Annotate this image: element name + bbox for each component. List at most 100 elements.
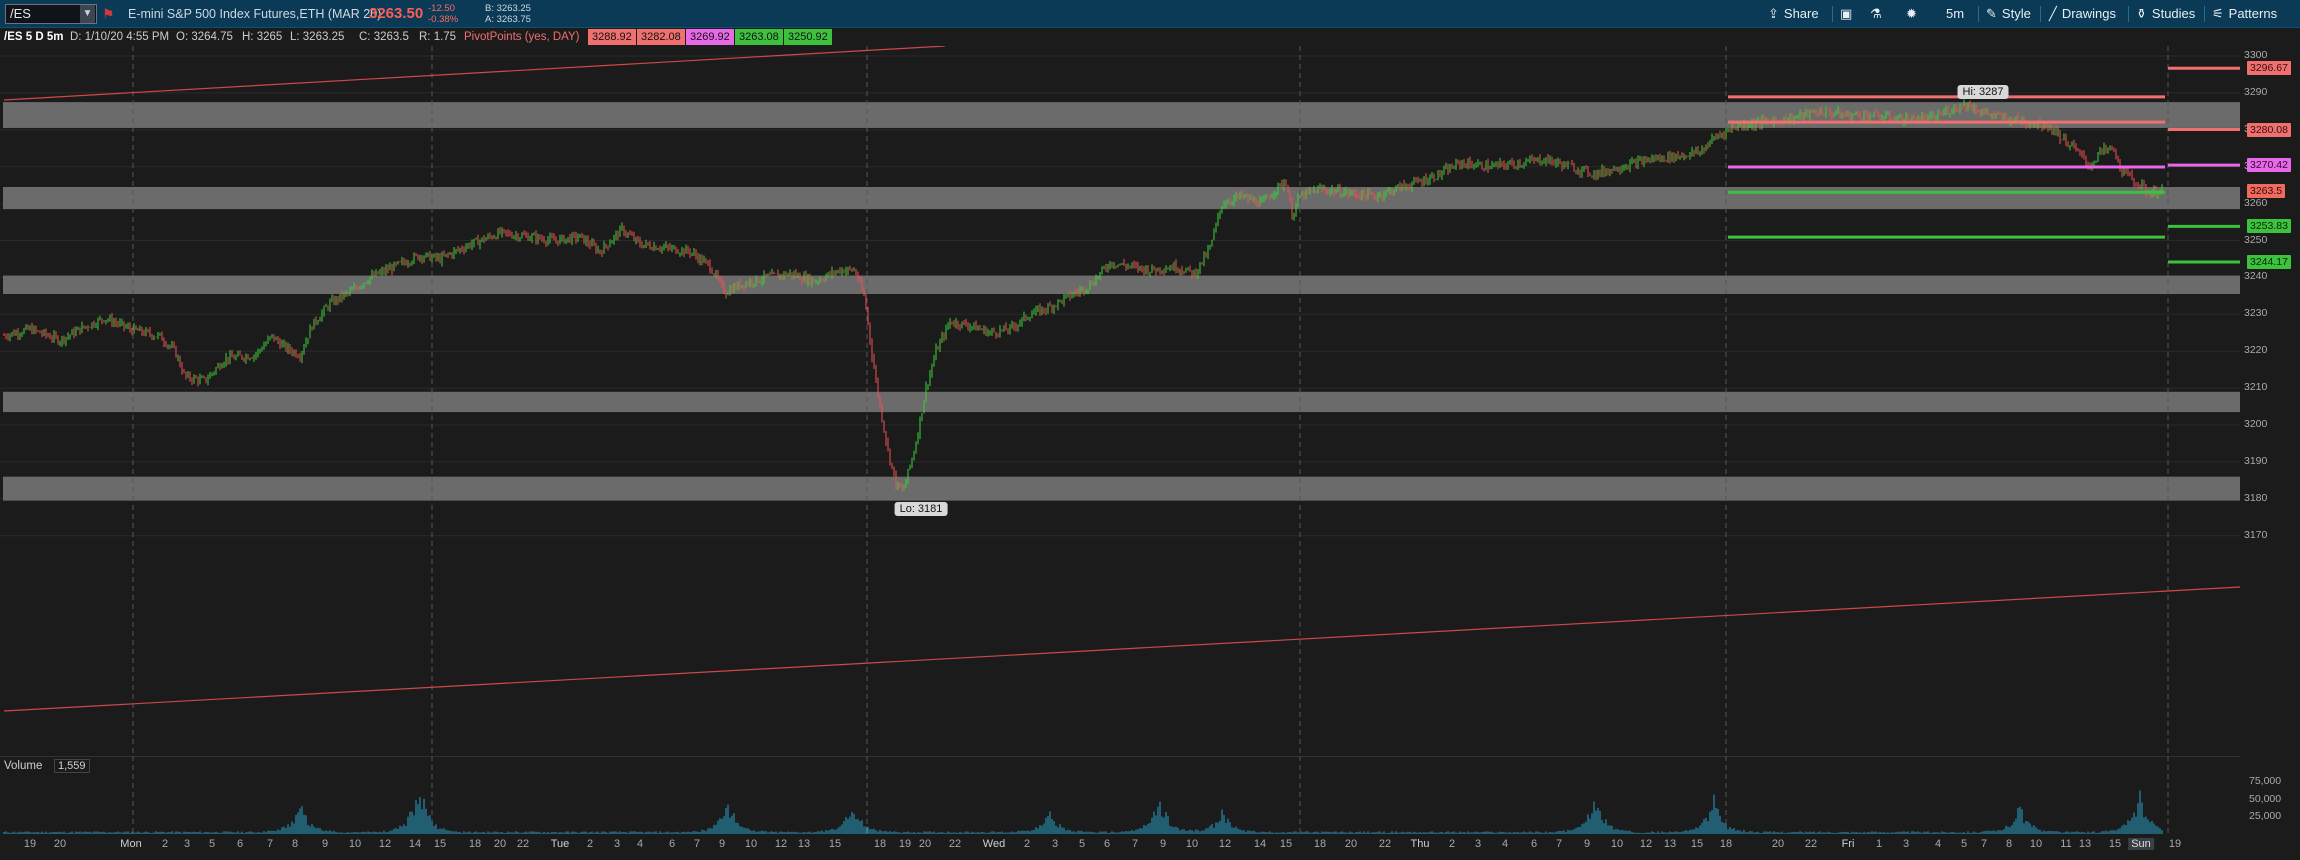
- volume-canvas[interactable]: [0, 756, 2240, 834]
- time-axis-label: 19: [23, 838, 37, 850]
- style-button[interactable]: ✎ Style: [1986, 4, 2031, 24]
- support-resistance-zone: [3, 275, 2240, 295]
- support-resistance-zone: [3, 391, 2240, 413]
- time-axis-label: 9: [718, 838, 726, 850]
- symbol-dropdown-icon[interactable]: ▼: [80, 5, 95, 23]
- support-resistance-zone: [3, 186, 2240, 210]
- time-axis-label: 18: [468, 838, 482, 850]
- time-axis-label: 18: [1719, 838, 1733, 850]
- flask-icon: ⚗: [1870, 6, 1882, 21]
- chart-info-bar: /ES 5 D 5m D: 1/10/20 4:55 PM O: 3264.75…: [0, 28, 2240, 46]
- volume-axis-label: 25,000: [2249, 809, 2282, 822]
- time-axis-label: 4: [1934, 838, 1942, 850]
- bar-high: H: 3265: [242, 31, 283, 43]
- studies-button[interactable]: ⚱ Studies: [2136, 4, 2195, 24]
- price-level-tag: 3244.17: [2247, 255, 2291, 269]
- time-axis-day-label: Tue: [550, 838, 570, 850]
- snapshot-button[interactable]: ▣: [1840, 4, 1857, 24]
- time-axis-day-label: Sun: [2128, 838, 2154, 850]
- patterns-button[interactable]: ⚟ Patterns: [2212, 4, 2277, 24]
- settings-button[interactable]: ✹: [1906, 4, 1922, 24]
- time-axis-label: 19: [2168, 838, 2182, 850]
- time-axis-label: 5: [1078, 838, 1086, 850]
- time-axis-label: 18: [1313, 838, 1327, 850]
- percent-change: -0.38%: [428, 14, 459, 25]
- time-axis-label: 5: [208, 838, 216, 850]
- volume-value: 1,559: [54, 759, 90, 773]
- interval-button[interactable]: 5m: [1946, 4, 1964, 24]
- price-chart-pane[interactable]: [0, 46, 2240, 756]
- price-axis-label: 3190: [2244, 454, 2268, 467]
- lab-button[interactable]: ⚗: [1870, 4, 1887, 24]
- price-level-tag: 3280.08: [2247, 122, 2291, 137]
- time-axis-label: 20: [53, 838, 67, 850]
- time-axis-day-label: Wed: [982, 838, 1006, 850]
- time-axis-label: 15: [828, 838, 842, 850]
- last-price: 3263.50: [369, 5, 424, 22]
- time-axis-label: 9: [321, 838, 329, 850]
- price-level-tag: 3270.42: [2247, 158, 2291, 173]
- time-axis-label: 20: [918, 838, 932, 850]
- toolbar-divider: [2040, 6, 2041, 22]
- ask-price: A: 3263.75: [485, 14, 531, 25]
- session-low-callout: Lo: 3181: [894, 502, 948, 517]
- pivot-pp-value: 3269.92: [686, 29, 734, 45]
- time-axis-label: 6: [1530, 838, 1538, 850]
- time-axis-label: 3: [183, 838, 191, 850]
- volume-pane[interactable]: Volume 1,559 75,000 50,000 25,000: [0, 756, 2300, 860]
- top-toolbar: /ES ▼ ⚑ E-mini S&P 500 Index Futures,ETH…: [0, 0, 2300, 28]
- bar-range: R: 1.75: [419, 31, 457, 43]
- time-axis-label: 7: [266, 838, 274, 850]
- time-axis-label: 8: [291, 838, 299, 850]
- time-axis-label: 7: [1555, 838, 1563, 850]
- bid-ask: B: 3263.25 A: 3263.75: [485, 3, 531, 25]
- price-axis-label: 3250: [2244, 233, 2268, 246]
- bar-low: L: 3263.25: [290, 31, 345, 43]
- volume-axis-label: 50,000: [2249, 792, 2282, 805]
- pivot-s1-value: 3263.08: [735, 29, 783, 45]
- time-axis-label: 12: [774, 838, 788, 850]
- chart-identifier[interactable]: /ES 5 D 5m: [4, 28, 63, 46]
- time-axis-label: 2: [161, 838, 169, 850]
- time-axis-label: 22: [948, 838, 962, 850]
- time-axis-label: 6: [236, 838, 244, 850]
- time-axis-label: 6: [1103, 838, 1111, 850]
- alert-flag-icon[interactable]: ⚑: [102, 6, 115, 22]
- session-high-callout: Hi: 3287: [1957, 84, 2009, 99]
- time-axis-label: 14: [408, 838, 422, 850]
- time-axis-day-label: Mon: [120, 838, 142, 850]
- time-axis-label: 15: [1279, 838, 1293, 850]
- volume-axis-label: 75,000: [2249, 775, 2282, 788]
- time-axis-label: 7: [1131, 838, 1139, 850]
- time-axis-label: 14: [1253, 838, 1267, 850]
- time-axis-label: 13: [2078, 838, 2092, 850]
- toolbar-divider: [2204, 6, 2205, 22]
- time-axis-label: 4: [1501, 838, 1509, 850]
- share-button[interactable]: ⇪ Share: [1768, 4, 1819, 24]
- time-axis-day-label: Fri: [1841, 838, 1855, 850]
- bar-date: D: 1/10/20 4:55 PM: [70, 31, 170, 43]
- price-axis-label: 3290: [2244, 85, 2268, 98]
- time-axis-label: 15: [1690, 838, 1704, 850]
- time-axis-label: 20: [1344, 838, 1358, 850]
- time-axis-label: 19: [898, 838, 912, 850]
- time-axis-label: 13: [1663, 838, 1677, 850]
- time-axis-label: 15: [2108, 838, 2122, 850]
- toolbar-divider: [1832, 6, 1833, 22]
- toolbar-divider: [1978, 6, 1979, 22]
- time-axis-label: 2: [586, 838, 594, 850]
- price-axis-label: 3180: [2244, 491, 2268, 504]
- volume-label: Volume: [4, 760, 43, 772]
- paint-icon: ✎: [1986, 6, 1997, 21]
- time-axis-label: 15: [433, 838, 447, 850]
- study-name[interactable]: PivotPoints (yes, DAY): [464, 28, 579, 46]
- price-chart-canvas[interactable]: [0, 46, 2240, 756]
- volume-background: [0, 756, 2240, 834]
- time-axis-label: 4: [636, 838, 644, 850]
- time-axis-label: 2: [1448, 838, 1456, 850]
- time-axis-label: 12: [1218, 838, 1232, 850]
- time-axis-label: 10: [1185, 838, 1199, 850]
- time-axis-label: 10: [744, 838, 758, 850]
- price-axis-label: 3230: [2244, 307, 2268, 320]
- drawings-button[interactable]: ╱ Drawings: [2049, 4, 2116, 24]
